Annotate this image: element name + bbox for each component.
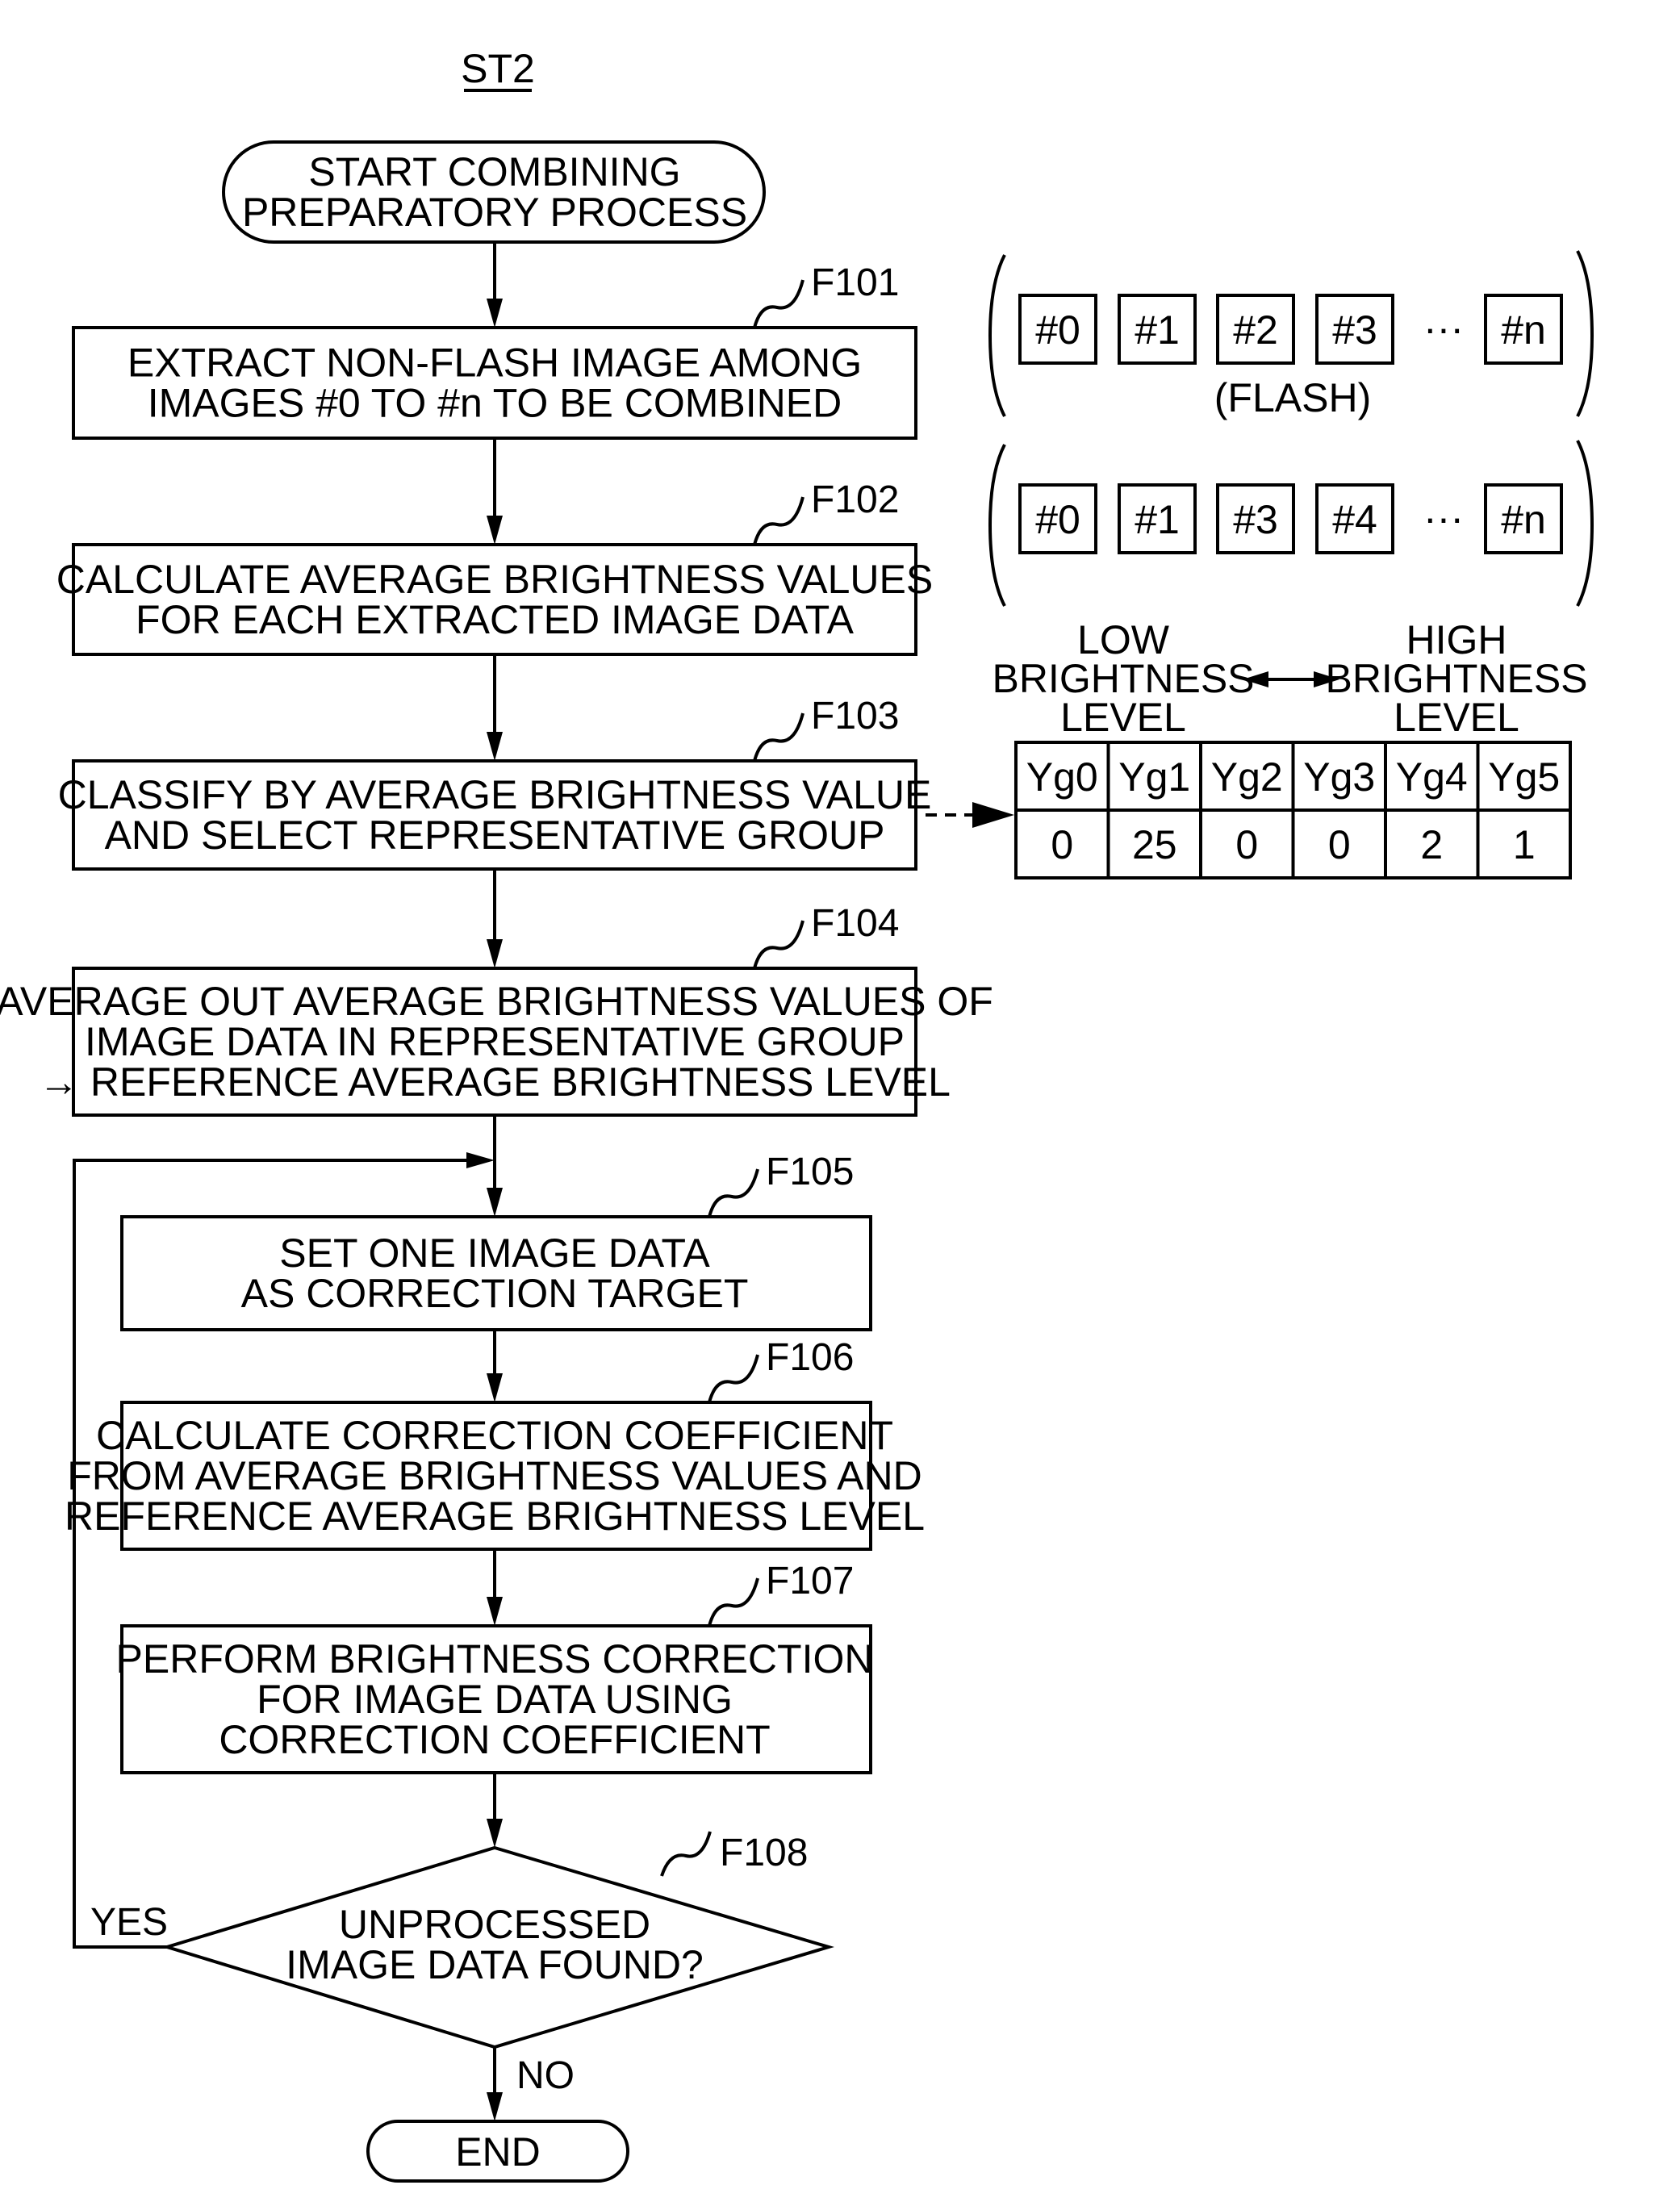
image-label: #0 bbox=[1035, 497, 1080, 542]
step-label: F105 bbox=[766, 1151, 854, 1193]
step-text-line: AVERAGE OUT AVERAGE BRIGHTNESS VALUES OF bbox=[0, 979, 993, 1024]
end-text: END bbox=[455, 2129, 541, 2175]
flow-arrowhead bbox=[487, 1819, 503, 1848]
step-label: F102 bbox=[811, 478, 899, 521]
ellipsis: ··· bbox=[1423, 306, 1464, 351]
group-label: Yg0 bbox=[1026, 754, 1098, 800]
figure-label: ST2 bbox=[461, 46, 535, 91]
ellipsis: ··· bbox=[1423, 495, 1464, 541]
step-label-leader bbox=[753, 712, 804, 762]
step-text-line: AND SELECT REPRESENTATIVE GROUP bbox=[105, 813, 885, 858]
step-text-line: REFERENCE AVERAGE BRIGHTNESS LEVEL bbox=[65, 1494, 925, 1539]
group-count: 0 bbox=[1328, 822, 1351, 867]
flow-arrowhead bbox=[487, 732, 503, 761]
image-label: #n bbox=[1501, 307, 1546, 353]
step-label-leader bbox=[753, 920, 804, 969]
group-label: Yg4 bbox=[1396, 754, 1468, 800]
group-count: 2 bbox=[1420, 822, 1443, 867]
group-label: Yg1 bbox=[1118, 754, 1190, 800]
group-count: 25 bbox=[1132, 822, 1177, 867]
step-text-line: CLASSIFY BY AVERAGE BRIGHTNESS VALUE bbox=[58, 772, 932, 817]
group-count: 0 bbox=[1235, 822, 1258, 867]
flow-arrowhead bbox=[487, 939, 503, 968]
dashed-arrow-head bbox=[972, 802, 1014, 828]
step-text-line: → REFERENCE AVERAGE BRIGHTNESS LEVEL bbox=[39, 1059, 951, 1105]
decision-step-label: F108 bbox=[720, 1832, 808, 1874]
image-label: #0 bbox=[1035, 307, 1080, 353]
step-text-line: FROM AVERAGE BRIGHTNESS VALUES AND bbox=[67, 1453, 922, 1498]
image-label: #2 bbox=[1233, 307, 1278, 353]
image-label: #1 bbox=[1135, 497, 1180, 542]
step-label-leader bbox=[753, 279, 804, 328]
step-label: F107 bbox=[766, 1560, 854, 1602]
step-label-leader bbox=[708, 1577, 759, 1627]
flow-arrowhead bbox=[487, 516, 503, 545]
flow-arrowhead bbox=[487, 1188, 503, 1217]
left-bracket bbox=[988, 444, 1006, 607]
step-label-leader bbox=[708, 1168, 759, 1218]
step-text-line: SET ONE IMAGE DATA bbox=[279, 1230, 710, 1276]
step-label: F104 bbox=[811, 902, 899, 945]
image-label: #1 bbox=[1135, 307, 1180, 353]
image-label: #n bbox=[1501, 497, 1546, 542]
step-label-leader bbox=[708, 1354, 759, 1403]
group-count: 0 bbox=[1051, 822, 1073, 867]
group-label: Yg5 bbox=[1488, 754, 1560, 800]
group-count: 1 bbox=[1513, 822, 1536, 867]
group-label: Yg3 bbox=[1303, 754, 1375, 800]
step-label-leader bbox=[753, 496, 804, 545]
image-label: #3 bbox=[1332, 307, 1377, 353]
step-text-line: AS CORRECTION TARGET bbox=[241, 1271, 749, 1316]
high-brightness-label: LEVEL bbox=[1394, 695, 1519, 740]
step-text-line: CORRECTION COEFFICIENT bbox=[219, 1717, 770, 1762]
image-label: #3 bbox=[1233, 497, 1278, 542]
right-bracket bbox=[1576, 250, 1594, 417]
image-sets: #0 #1 #2 #3 #n ··· #0 #1 #3 #4 #n ··· bbox=[988, 250, 1594, 607]
flash-note: (FLASH) bbox=[1214, 375, 1371, 420]
step-text-line: IMAGE DATA IN REPRESENTATIVE GROUP bbox=[85, 1019, 905, 1064]
step-text-line: CALCULATE AVERAGE BRIGHTNESS VALUES bbox=[56, 557, 933, 602]
group-label: Yg2 bbox=[1211, 754, 1283, 800]
start-text-line2: PREPARATORY PROCESS bbox=[242, 190, 747, 235]
image-set-extracted: #0 #1 #3 #4 #n ··· bbox=[988, 440, 1594, 607]
low-brightness-label: LEVEL bbox=[1060, 695, 1186, 740]
yes-label: YES bbox=[90, 1901, 168, 1944]
step-text-line: EXTRACT NON-FLASH IMAGE AMONG bbox=[127, 341, 862, 386]
step-f104: AVERAGE OUT AVERAGE BRIGHTNESS VALUES OF… bbox=[0, 902, 993, 1117]
brightness-table: LOWBRIGHTNESSLEVELHIGHBRIGHTNESSLEVELYg0… bbox=[992, 617, 1588, 879]
start-text-line1: START COMBINING bbox=[308, 149, 680, 194]
image-label: #4 bbox=[1332, 497, 1377, 542]
step-text-line: PERFORM BRIGHTNESS CORRECTION bbox=[116, 1636, 874, 1682]
flow-arrowhead bbox=[487, 1373, 503, 1402]
flow-arrowhead bbox=[487, 299, 503, 328]
decision-text-line2: IMAGE DATA FOUND? bbox=[286, 1942, 704, 1987]
step-label: F101 bbox=[811, 261, 899, 304]
flow-arrowhead bbox=[487, 1597, 503, 1626]
no-label: NO bbox=[516, 2054, 575, 2097]
decision-text-line1: UNPROCESSED bbox=[339, 1902, 650, 1947]
decision-label-leader bbox=[660, 1831, 712, 1877]
flowchart: ST2 START COMBINING PREPARATORY PROCESS … bbox=[0, 46, 1594, 2183]
step-label: F106 bbox=[766, 1336, 854, 1379]
step-text-line: IMAGES #0 TO #n TO BE COMBINED bbox=[148, 381, 842, 426]
loop-back-arrowhead bbox=[466, 1152, 495, 1168]
step-text-line: CALCULATE CORRECTION COEFFICIENT bbox=[96, 1413, 893, 1458]
step-text-line: FOR EACH EXTRACTED IMAGE DATA bbox=[136, 597, 855, 642]
process-steps: EXTRACT NON-FLASH IMAGE AMONGIMAGES #0 T… bbox=[0, 261, 993, 1774]
flow-arrowhead bbox=[487, 2092, 503, 2121]
step-label: F103 bbox=[811, 695, 899, 737]
left-bracket bbox=[988, 254, 1006, 417]
step-text-line: FOR IMAGE DATA USING bbox=[257, 1677, 733, 1722]
right-bracket bbox=[1576, 440, 1594, 607]
main-flow-arrows bbox=[487, 242, 503, 2121]
